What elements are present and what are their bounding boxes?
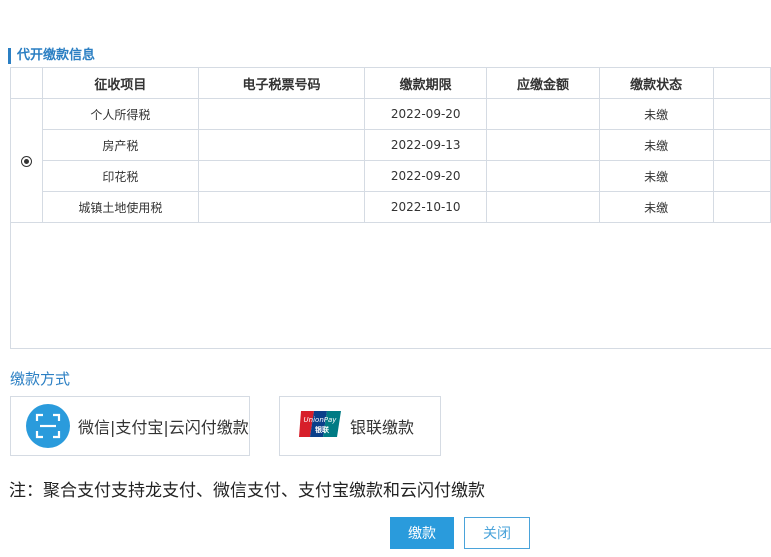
row-select-cell[interactable]: [11, 98, 43, 223]
section-title: 代开缴款信息: [8, 48, 95, 64]
header-deadline: 缴款期限: [363, 68, 488, 99]
cell-item: 城镇土地使用税: [41, 191, 200, 223]
cell-extra: [712, 191, 771, 223]
cell-amount: [486, 129, 600, 161]
svg-text:银联: 银联: [315, 425, 330, 434]
table-row[interactable]: 房产税 2022-09-13 未缴: [11, 129, 771, 161]
header-ticket-no: 电子税票号码: [198, 68, 365, 99]
payment-note: 注：聚合支付支持龙支付、微信支付、支付宝缴款和云闪付缴款: [9, 481, 485, 501]
unionpay-option[interactable]: UnionPay 银联 银联缴款: [279, 396, 441, 456]
table-header-row: 征收项目 电子税票号码 缴款期限 应缴金额 缴款状态: [11, 68, 771, 99]
unionpay-label: 银联缴款: [350, 418, 415, 437]
table-row[interactable]: 城镇土地使用税 2022-10-10 未缴: [11, 191, 771, 223]
cell-ticket-no: [198, 129, 365, 161]
header-item: 征收项目: [41, 68, 200, 99]
aggregate-pay-label: 微信|支付宝|云闪付缴款: [78, 418, 249, 437]
cell-deadline: 2022-10-10: [363, 191, 488, 223]
table: 征收项目 电子税票号码 缴款期限 应缴金额 缴款状态 个人所得税 2022-09…: [11, 68, 771, 223]
row-radio[interactable]: [20, 155, 32, 167]
header-select: [11, 68, 43, 99]
pay-button[interactable]: 缴款: [390, 517, 454, 549]
table-row[interactable]: 印花税 2022-09-20 未缴: [11, 160, 771, 192]
header-status: 缴款状态: [598, 68, 714, 99]
cell-amount: [486, 98, 600, 130]
cell-extra: [712, 129, 771, 161]
cell-status: 未缴: [598, 191, 714, 223]
cell-amount: [486, 160, 600, 192]
cell-amount: [486, 191, 600, 223]
cell-deadline: 2022-09-20: [363, 160, 488, 192]
cell-item: 个人所得税: [41, 98, 200, 130]
cell-extra: [712, 160, 771, 192]
payment-method-title: 缴款方式: [10, 370, 71, 388]
cell-deadline: 2022-09-20: [363, 98, 488, 130]
table-row[interactable]: 个人所得税 2022-09-20 未缴: [11, 98, 771, 223]
cell-status: 未缴: [598, 160, 714, 192]
svg-text:UnionPay: UnionPay: [304, 416, 338, 424]
close-button[interactable]: 关闭: [464, 517, 530, 549]
payment-info-table: 征收项目 电子税票号码 缴款期限 应缴金额 缴款状态 个人所得税 2022-09…: [10, 67, 771, 349]
cell-status: 未缴: [598, 98, 714, 130]
cell-status: 未缴: [598, 129, 714, 161]
cell-deadline: 2022-09-13: [363, 129, 488, 161]
cell-ticket-no: [198, 98, 365, 130]
header-extra: [712, 68, 771, 99]
cell-ticket-no: [198, 160, 365, 192]
cell-item: 房产税: [41, 129, 200, 161]
cell-ticket-no: [198, 191, 365, 223]
scan-icon: [26, 404, 70, 448]
header-amount: 应缴金额: [486, 68, 600, 99]
aggregate-pay-option[interactable]: 微信|支付宝|云闪付缴款: [10, 396, 250, 456]
cell-extra: [712, 98, 771, 130]
unionpay-logo: UnionPay 银联: [298, 410, 342, 442]
cell-item: 印花税: [41, 160, 200, 192]
